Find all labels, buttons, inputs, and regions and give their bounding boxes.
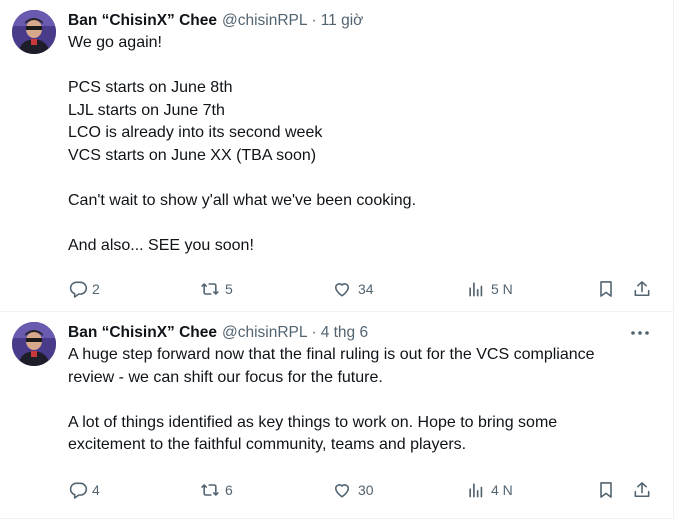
reply-icon [69, 482, 88, 499]
tweet-line: LJL starts on June 7th [68, 101, 225, 119]
views-button[interactable]: 5 N [466, 279, 513, 299]
tweet-line: Can't wait to show y'all what we've been… [68, 191, 417, 209]
share-button[interactable] [632, 279, 652, 299]
tweet-line: A huge step forward now that the final r… [68, 346, 595, 363]
repost-icon [201, 283, 219, 295]
tweet-text: We go again! PCS starts on June 8th LJL … [68, 32, 658, 257]
view-count: 5 N [491, 281, 513, 297]
repost-count: 6 [225, 482, 233, 498]
tweet-time[interactable]: 11 giờ [321, 12, 364, 30]
author-name[interactable]: Ban “ChisinX” Chee [68, 324, 217, 342]
heart-icon [334, 283, 350, 297]
like-count: 30 [358, 482, 374, 498]
tweet-header: Ban “ChisinX” Chee @chisinRPL · 4 thg 6 [68, 322, 657, 344]
like-count: 34 [358, 281, 374, 297]
bookmark-icon [600, 281, 612, 297]
author-handle[interactable]: @chisinRPL [222, 324, 308, 342]
repost-button[interactable]: 6 [199, 480, 233, 500]
views-button[interactable]: 4 N [466, 480, 513, 500]
tweet-time[interactable]: 4 thg 6 [321, 324, 368, 342]
avatar[interactable] [12, 10, 56, 54]
like-button[interactable]: 34 [332, 279, 374, 299]
author-name[interactable]: Ban “ChisinX” Chee [68, 12, 217, 30]
tweet-line: LCO is already into its second week [68, 124, 323, 141]
tweet-actions: 2 5 34 5 N [68, 277, 655, 301]
view-count: 4 N [491, 482, 513, 498]
tweet-line: VCS starts on June XX (TBA soon) [68, 146, 317, 164]
separator: · [311, 324, 317, 341]
tweet-line: review - we can shift our focus for the … [68, 368, 383, 386]
heart-icon [334, 484, 350, 498]
bookmark-button[interactable] [596, 279, 616, 299]
tweet-text: A huge step forward now that the final r… [68, 344, 658, 457]
tweet-line: And also... SEE you soon! [68, 236, 254, 254]
bookmark-button[interactable] [596, 480, 616, 500]
tweet-line: A lot of things identified as key things… [68, 413, 558, 431]
more-horizontal-icon[interactable] [629, 322, 651, 344]
tweet[interactable]: Ban “ChisinX” Chee @chisinRPL · 11 giờ W… [0, 0, 673, 312]
reply-button[interactable]: 2 [68, 279, 100, 299]
separator: · [311, 12, 317, 29]
bookmark-icon [600, 482, 612, 498]
views-icon [469, 483, 483, 498]
avatar[interactable] [12, 322, 56, 366]
tweet-line: excitement to the faithful community, te… [68, 436, 467, 453]
tweet[interactable]: Ban “ChisinX” Chee @chisinRPL · 4 thg 6 … [0, 312, 673, 519]
like-button[interactable]: 30 [332, 480, 374, 500]
timeline: Ban “ChisinX” Chee @chisinRPL · 11 giờ W… [0, 0, 674, 519]
reply-icon [69, 281, 88, 298]
repost-count: 5 [225, 281, 233, 297]
author-handle[interactable]: @chisinRPL [222, 12, 308, 30]
reply-button[interactable]: 4 [68, 480, 100, 500]
tweet-line: PCS starts on June 8th [68, 79, 233, 96]
tweet-header: Ban “ChisinX” Chee @chisinRPL · 11 giờ [68, 10, 657, 32]
share-icon [634, 482, 650, 498]
views-icon [469, 282, 483, 297]
share-button[interactable] [632, 480, 652, 500]
reply-count: 2 [92, 281, 100, 297]
share-icon [634, 281, 650, 297]
tweet-actions: 4 6 30 4 N [68, 478, 655, 502]
repost-button[interactable]: 5 [199, 279, 233, 299]
tweet-line: We go again! [68, 34, 162, 51]
reply-count: 4 [92, 482, 100, 498]
repost-icon [201, 484, 219, 496]
